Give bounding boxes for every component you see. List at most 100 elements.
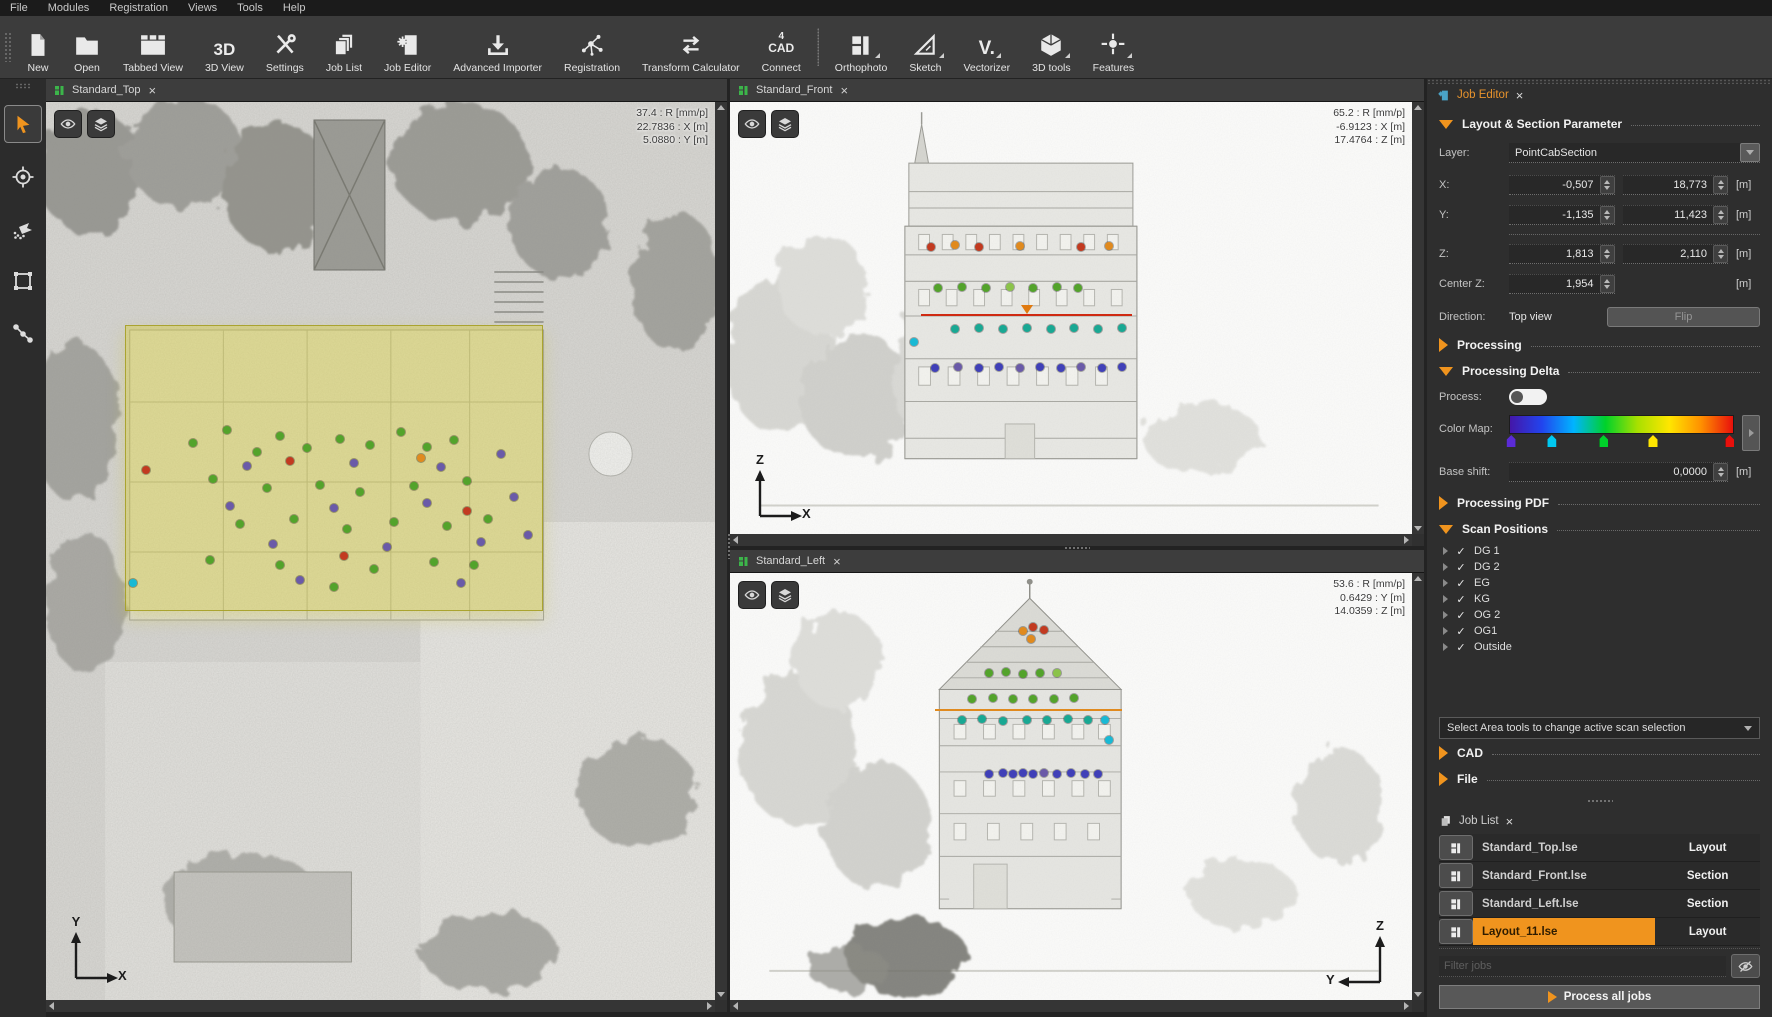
flip-button[interactable]: Flip	[1607, 307, 1760, 327]
expand-arrow-icon[interactable]	[1443, 627, 1448, 635]
visibility-button[interactable]	[54, 110, 82, 138]
scan-point-marker[interactable]	[951, 325, 959, 333]
colormap-editor[interactable]	[1509, 415, 1734, 449]
layer-dropdown-button[interactable]	[1740, 143, 1760, 162]
process-all-jobs-button[interactable]: Process all jobs	[1439, 985, 1760, 1009]
visibility-button[interactable]	[738, 110, 766, 138]
menu-item[interactable]: File	[10, 2, 28, 14]
scan-point-marker[interactable]	[1040, 626, 1048, 634]
scan-point-marker[interactable]	[1118, 363, 1126, 371]
scan-point-marker[interactable]	[999, 717, 1007, 725]
scan-point-marker[interactable]	[934, 284, 942, 292]
scan-point-marker[interactable]	[303, 444, 311, 452]
layers-button[interactable]	[771, 110, 799, 138]
layer-select[interactable]: PointCabSection	[1509, 143, 1760, 163]
scan-point-marker[interactable]	[417, 454, 425, 462]
spinner[interactable]	[1600, 206, 1615, 224]
vectorizer-button[interactable]: V. Vectorizer	[952, 16, 1021, 78]
scan-point-marker[interactable]	[1009, 770, 1017, 778]
scan-point-marker[interactable]	[510, 493, 518, 501]
z-max-field[interactable]: 2,110	[1623, 244, 1729, 264]
scan-point-marker[interactable]	[975, 364, 983, 372]
section-processing[interactable]: Processing	[1439, 338, 1760, 352]
section-layout-parameter[interactable]: Layout & Section Parameter	[1439, 117, 1760, 131]
job-row-selected[interactable]: Layout_11.lse Layout	[1439, 918, 1760, 946]
menu-item[interactable]: Tools	[237, 2, 263, 14]
open-button[interactable]: Open	[62, 16, 112, 78]
menu-item[interactable]: Modules	[48, 2, 90, 14]
new-button[interactable]: New	[14, 16, 62, 78]
polyline-tool-button[interactable]	[5, 315, 41, 351]
panel-splitter[interactable]	[1439, 791, 1760, 810]
close-icon[interactable]: ×	[840, 84, 848, 97]
expand-arrow-icon[interactable]	[1443, 579, 1448, 587]
scatter-select-tool-button[interactable]	[5, 211, 41, 247]
scan-point-marker[interactable]	[1084, 716, 1092, 724]
scan-point-marker[interactable]	[129, 579, 137, 587]
scan-point-marker[interactable]	[1019, 627, 1027, 635]
scroll-right-icon[interactable]	[1404, 536, 1409, 544]
job-list-button[interactable]: Job List	[315, 16, 373, 78]
scan-position-row[interactable]: ✓ EG	[1443, 575, 1760, 591]
scan-point-marker[interactable]	[1105, 736, 1113, 744]
job-row[interactable]: Standard_Front.lse Section	[1439, 862, 1760, 890]
palette-grip[interactable]	[15, 83, 31, 89]
horizontal-scrollbar[interactable]	[46, 1000, 715, 1012]
check-icon[interactable]: ✓	[1455, 625, 1467, 638]
base-shift-field[interactable]: 0,0000	[1509, 462, 1728, 482]
colormap-pin[interactable]	[1725, 435, 1734, 447]
scan-point-marker[interactable]	[243, 462, 251, 470]
scan-point-marker[interactable]	[209, 475, 217, 483]
scan-point-marker[interactable]	[316, 481, 324, 489]
job-type-icon[interactable]	[1439, 863, 1473, 888]
colormap-pin[interactable]	[1649, 435, 1658, 447]
horizontal-scrollbar[interactable]	[730, 1000, 1412, 1012]
scan-point-marker[interactable]	[1019, 769, 1027, 777]
scan-point-marker[interactable]	[1101, 716, 1109, 724]
scan-point-marker[interactable]	[1064, 715, 1072, 723]
scan-point-marker[interactable]	[1029, 284, 1037, 292]
scroll-up-icon[interactable]	[1414, 576, 1422, 581]
scan-point-marker[interactable]	[1105, 242, 1113, 250]
scan-point-marker[interactable]	[390, 518, 398, 526]
scan-point-marker[interactable]	[343, 525, 351, 533]
orthophoto-button[interactable]: Orthophoto	[824, 16, 899, 78]
rectangle-select-tool-button[interactable]	[5, 263, 41, 299]
scan-point-marker[interactable]	[253, 448, 261, 456]
scan-point-marker[interactable]	[450, 436, 458, 444]
menu-item[interactable]: Help	[283, 2, 306, 14]
scan-point-marker[interactable]	[954, 363, 962, 371]
scan-point-marker[interactable]	[236, 520, 244, 528]
scan-position-row[interactable]: ✓ OG1	[1443, 623, 1760, 639]
scan-point-marker[interactable]	[968, 695, 976, 703]
spinner[interactable]	[1713, 176, 1728, 194]
scan-point-marker[interactable]	[1057, 364, 1065, 372]
close-icon[interactable]: ×	[833, 555, 841, 568]
scan-point-marker[interactable]	[330, 504, 338, 512]
vertical-scrollbar[interactable]	[1412, 102, 1424, 534]
scan-point-marker[interactable]	[383, 543, 391, 551]
scan-point-marker[interactable]	[989, 694, 997, 702]
expand-arrow-icon[interactable]	[1443, 563, 1448, 571]
scan-point-marker[interactable]	[985, 770, 993, 778]
transform-calculator-button[interactable]: Transform Calculator	[631, 16, 751, 78]
scan-point-marker[interactable]	[1077, 363, 1085, 371]
scroll-left-icon[interactable]	[733, 536, 738, 544]
scroll-left-icon[interactable]	[733, 1002, 738, 1010]
x-max-field[interactable]: 18,773	[1623, 175, 1729, 195]
pan-center-tool-button[interactable]	[5, 159, 41, 195]
scroll-up-icon[interactable]	[717, 105, 725, 110]
scan-point-marker[interactable]	[1094, 770, 1102, 778]
expand-arrow-icon[interactable]	[1443, 595, 1448, 603]
section-scan-positions[interactable]: Scan Positions	[1439, 522, 1760, 536]
toggle-visibility-button[interactable]	[1731, 954, 1760, 978]
scan-point-marker[interactable]	[350, 459, 358, 467]
scan-point-marker[interactable]	[1002, 668, 1010, 676]
check-icon[interactable]: ✓	[1455, 561, 1467, 574]
scan-point-marker[interactable]	[1098, 364, 1106, 372]
scan-point-marker[interactable]	[958, 716, 966, 724]
menu-item[interactable]: Registration	[109, 2, 168, 14]
job-type-icon[interactable]	[1439, 919, 1473, 944]
y-min-field[interactable]: -1,135	[1509, 205, 1615, 225]
spinner[interactable]	[1600, 245, 1615, 263]
